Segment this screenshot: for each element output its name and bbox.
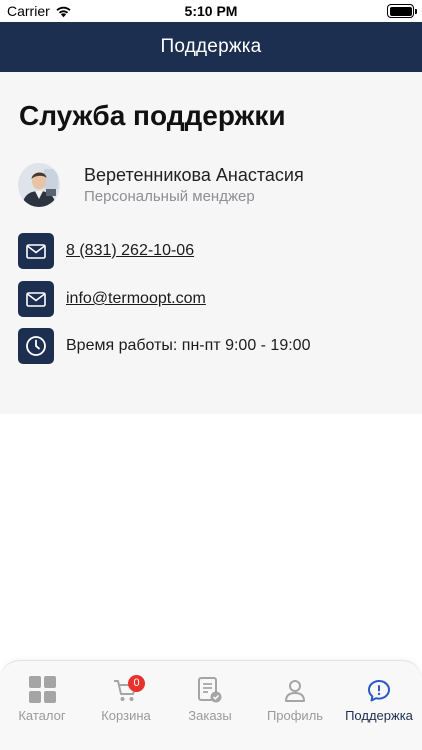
page-title: Служба поддержки [19,100,286,131]
tab-label: Корзина [101,708,151,723]
tab-orders[interactable]: Заказы [168,673,252,723]
grid-icon [28,676,56,703]
tab-bar: Каталог 0 Корзина Заказы Профиль Поддерж… [0,660,422,750]
tab-catalog[interactable]: Каталог [0,673,84,723]
manager-name: Веретенникова Анастасия [84,165,304,185]
manager-photo [18,163,60,207]
mail-icon [18,281,54,317]
email-link[interactable]: info@termoopt.com [66,290,206,308]
navigation-bar: Поддержка [0,22,422,72]
manager-role: Персональный менджер [84,188,255,205]
nav-title: Поддержка [160,36,262,57]
clock-icon [18,328,54,364]
support-chat-icon [368,680,390,702]
tab-label: Профиль [266,708,324,723]
person-icon [285,680,305,702]
tab-label: Заказы [188,708,232,723]
tab-cart[interactable]: 0 Корзина [84,673,168,723]
status-bar: Carrier 5:10 PM [0,0,422,22]
status-time: 5:10 PM [184,3,238,19]
mail-icon [18,233,54,269]
phone-row[interactable]: 8 (831) 262-10-06 [18,233,194,269]
tab-profile[interactable]: Профиль [253,673,337,723]
email-row[interactable]: info@termoopt.com [18,281,206,317]
battery-icon [387,4,417,18]
phone-link[interactable]: 8 (831) 262-10-06 [66,242,194,260]
working-hours: Время работы: пн-пт 9:00 - 19:00 [66,337,311,354]
support-content: Служба поддержки Веретенникова Анастасия… [0,72,422,414]
tab-support[interactable]: Поддержка [337,673,421,723]
orders-icon [198,677,222,703]
tab-label: Поддержка [345,708,413,723]
avatar [18,163,60,207]
tab-label: Каталог [18,708,66,723]
manager-card: Веретенникова Анастасия Персональный мен… [18,162,304,208]
cart-count-badge: 0 [128,675,145,692]
hours-row: Время работы: пн-пт 9:00 - 19:00 [18,328,310,364]
